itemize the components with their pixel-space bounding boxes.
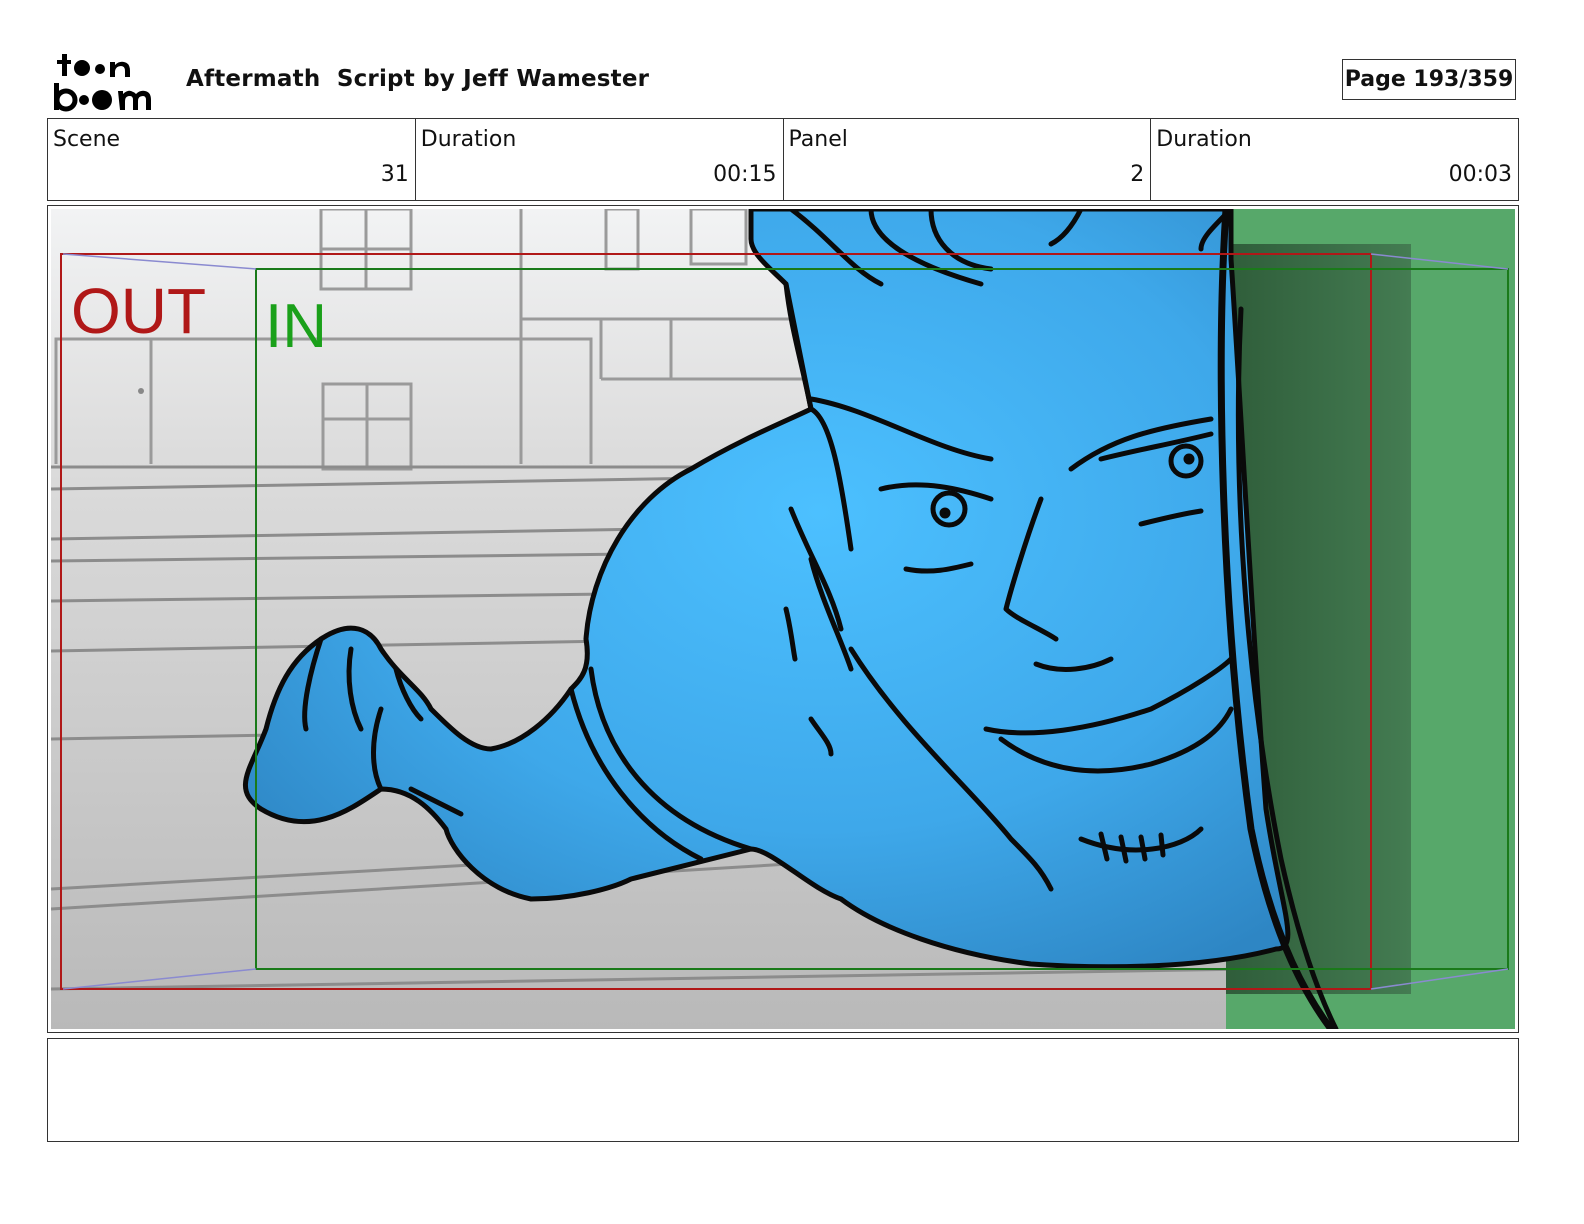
panel-drawing: OUT IN [51, 209, 1515, 1029]
in-label: IN [265, 292, 327, 361]
scene-duration-value: 00:15 [713, 162, 777, 187]
document-title: Aftermath Script by Jeff Wamester [186, 66, 650, 92]
out-label: OUT [71, 275, 206, 347]
panel-cell: Panel 2 [784, 119, 1152, 200]
panel-value: 2 [1130, 162, 1145, 187]
panel-duration-cell: Duration 00:03 [1151, 119, 1518, 200]
toon-boom-logo [54, 54, 151, 112]
scene-duration-label: Duration [420, 127, 517, 152]
panel-caption-box [47, 1038, 1519, 1142]
scene-cell: Scene 31 [48, 119, 416, 200]
panel-info-table: Scene 31 Duration 00:15 Panel 2 Duration… [47, 118, 1519, 201]
panel-label: Panel [788, 127, 848, 152]
scene-value: 31 [380, 162, 409, 187]
scene-label: Scene [53, 127, 121, 152]
page-indicator: Page 193/359 [1342, 59, 1516, 100]
storyboard-panel: OUT IN [47, 205, 1519, 1033]
scene-duration-cell: Duration 00:15 [416, 119, 784, 200]
panel-duration-value: 00:03 [1448, 162, 1512, 187]
panel-duration-label: Duration [1156, 127, 1252, 152]
